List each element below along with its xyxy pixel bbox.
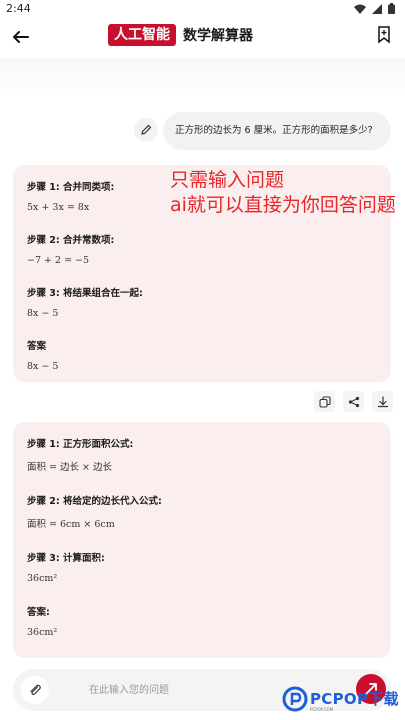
copy-button[interactable] (314, 391, 335, 412)
step-title: 步骤 2: 将给定的边长代入公式: (27, 496, 162, 507)
arrow-left-icon (13, 31, 29, 43)
wifi-icon (354, 4, 366, 14)
answer-actions (314, 391, 393, 412)
pencil-icon (141, 124, 152, 135)
step-math: −7 + 2 = −5 (27, 255, 90, 266)
bookmark-icon (378, 26, 390, 44)
annotation-line-1: 只需输入问题 (170, 169, 285, 191)
step-math: 8x − 5 (27, 361, 59, 372)
status-time: 2:44 (6, 2, 31, 15)
edit-question-button[interactable] (134, 118, 158, 142)
status-bar: 2:44 (0, 0, 405, 18)
battery-icon (388, 3, 395, 14)
pcpop-logo-icon (282, 686, 308, 712)
back-button[interactable] (8, 24, 34, 50)
brand-badge: 人工智能 (108, 24, 176, 46)
step-math: 面积 = 边长 × 边长 (27, 462, 112, 473)
step-title: 步骤 2: 合并常数项: (27, 235, 115, 246)
signal-icon (372, 3, 382, 14)
answer-step: 答案: 36cm² (27, 604, 377, 638)
share-button[interactable] (343, 391, 364, 412)
download-icon (377, 395, 388, 407)
answer-step: 步骤 3: 计算面积: 36cm² (27, 550, 377, 584)
answer-step: 步骤 3: 将结果组合在一起: 8x − 5 (27, 285, 377, 319)
step-math: 8x − 5 (27, 308, 59, 319)
step-math: 36cm² (27, 627, 58, 638)
step-title: 步骤 1: 正方形面积公式: (27, 439, 134, 450)
answer-step: 步骤 2: 合并常数项: −7 + 2 = −5 (27, 232, 377, 266)
answer-step: 答案 8x − 5 (27, 338, 377, 372)
promo-annotation: 只需输入问题 ai就可以直接为你回答问题 (170, 168, 396, 218)
app-title: 人工智能 数学解算器 (108, 24, 253, 46)
download-button[interactable] (372, 391, 393, 412)
attach-button[interactable] (21, 676, 49, 704)
step-math: 面积 = 6cm × 6cm (27, 519, 115, 530)
user-message-bubble: 正方形的边长为 6 厘米。正方形的面积是多少? (163, 112, 391, 150)
watermark-text: PCPOP下载 (310, 690, 399, 708)
answer-step: 步骤 2: 将给定的边长代入公式: 面积 = 6cm × 6cm (27, 493, 377, 530)
status-icons (354, 3, 395, 14)
annotation-line-2: ai就可以直接为你回答问题 (170, 194, 396, 216)
watermark-sub: PCPOP.COM (310, 707, 334, 712)
answer-card-2: 步骤 1: 正方形面积公式: 面积 = 边长 × 边长 步骤 2: 将给定的边长… (13, 422, 391, 658)
user-message-row: 正方形的边长为 6 厘米。正方形的面积是多少? (0, 112, 405, 150)
header-shadow (0, 58, 405, 98)
watermark: PCPOP下载 PCPOP.COM (280, 680, 405, 720)
share-icon (348, 396, 359, 407)
app-bar: 人工智能 数学解算器 (0, 18, 405, 58)
step-title: 步骤 3: 将结果组合在一起: (27, 288, 143, 299)
page-title: 数学解算器 (183, 28, 253, 44)
paperclip-icon (30, 684, 41, 696)
step-math: 36cm² (27, 573, 58, 584)
copy-icon (318, 395, 331, 408)
answer-step: 步骤 1: 正方形面积公式: 面积 = 边长 × 边长 (27, 436, 377, 473)
bookmark-button[interactable] (377, 26, 391, 44)
step-title: 答案: (27, 607, 50, 618)
step-title: 步骤 3: 计算面积: (27, 553, 105, 564)
step-title: 答案 (27, 341, 47, 352)
question-input[interactable] (89, 680, 289, 700)
